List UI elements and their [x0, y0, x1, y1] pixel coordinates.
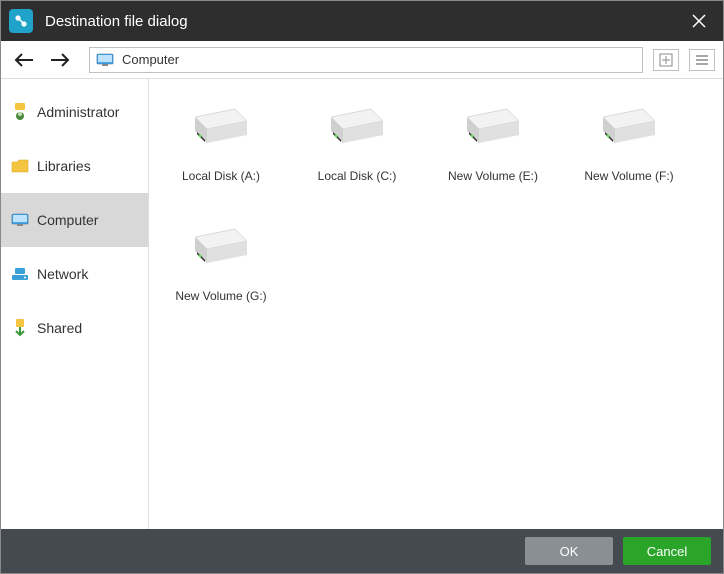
- user-icon: [11, 103, 29, 121]
- sidebar-item-label: Administrator: [37, 104, 119, 120]
- drive-grid: Local Disk (A:) Local Disk (C:) New Volu…: [157, 93, 715, 325]
- drive-label: Local Disk (A:): [182, 169, 260, 183]
- drive-item[interactable]: Local Disk (A:): [157, 93, 285, 205]
- folder-icon: [11, 157, 29, 175]
- toolbar: Computer: [1, 41, 723, 79]
- computer-icon: [96, 53, 114, 67]
- drive-icon: [325, 97, 389, 161]
- network-icon: [11, 265, 29, 283]
- sidebar-item-network[interactable]: Network: [1, 247, 148, 301]
- footer: OK Cancel: [1, 529, 723, 573]
- new-folder-button[interactable]: [653, 49, 679, 71]
- back-button[interactable]: [9, 46, 39, 74]
- drive-icon: [189, 217, 253, 281]
- sidebar: Administrator Libraries Computer Network: [1, 79, 149, 529]
- close-button[interactable]: [685, 7, 713, 35]
- app-icon: [9, 9, 33, 33]
- path-text: Computer: [122, 52, 179, 67]
- sidebar-item-shared[interactable]: Shared: [1, 301, 148, 355]
- drive-item[interactable]: Local Disk (C:): [293, 93, 421, 205]
- drive-icon: [597, 97, 661, 161]
- shared-icon: [11, 319, 29, 337]
- monitor-icon: [11, 211, 29, 229]
- sidebar-item-administrator[interactable]: Administrator: [1, 85, 148, 139]
- view-list-button[interactable]: [689, 49, 715, 71]
- drive-item[interactable]: New Volume (G:): [157, 213, 285, 325]
- drive-icon: [189, 97, 253, 161]
- sidebar-item-computer[interactable]: Computer: [1, 193, 148, 247]
- forward-button[interactable]: [45, 46, 75, 74]
- drive-label: New Volume (G:): [175, 289, 266, 303]
- drive-label: New Volume (F:): [584, 169, 673, 183]
- window-title: Destination file dialog: [45, 13, 685, 30]
- sidebar-item-label: Computer: [37, 212, 98, 228]
- body: Administrator Libraries Computer Network: [1, 79, 723, 529]
- sidebar-item-label: Libraries: [37, 158, 91, 174]
- titlebar: Destination file dialog: [1, 1, 723, 41]
- sidebar-item-libraries[interactable]: Libraries: [1, 139, 148, 193]
- drive-item[interactable]: New Volume (E:): [429, 93, 557, 205]
- cancel-button[interactable]: Cancel: [623, 537, 711, 565]
- ok-button[interactable]: OK: [525, 537, 613, 565]
- drive-item[interactable]: New Volume (F:): [565, 93, 693, 205]
- content-pane: Local Disk (A:) Local Disk (C:) New Volu…: [149, 79, 723, 529]
- drive-icon: [461, 97, 525, 161]
- sidebar-item-label: Network: [37, 266, 88, 282]
- drive-label: New Volume (E:): [448, 169, 538, 183]
- drive-label: Local Disk (C:): [318, 169, 397, 183]
- sidebar-item-label: Shared: [37, 320, 82, 336]
- path-box[interactable]: Computer: [89, 47, 643, 73]
